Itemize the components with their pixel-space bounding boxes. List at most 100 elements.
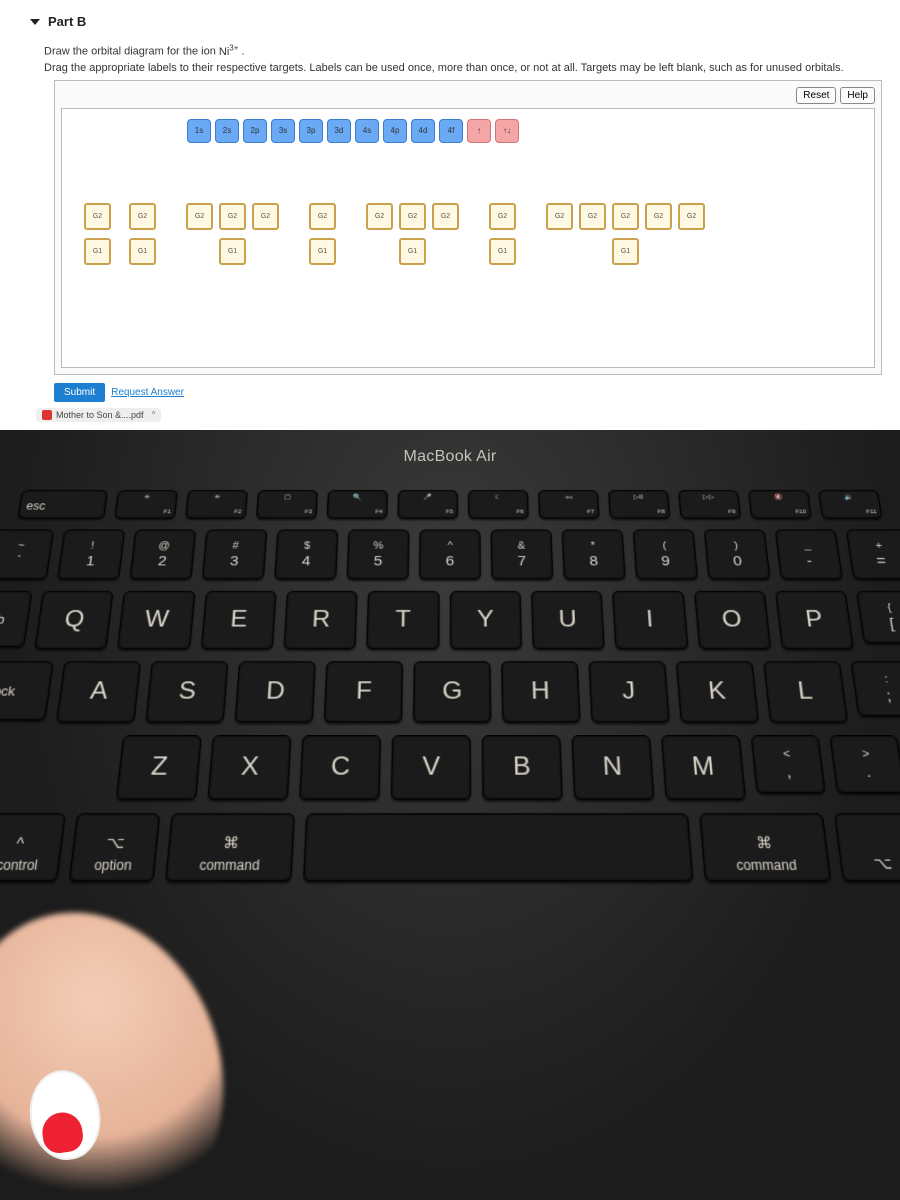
target-g2[interactable]: G2 (432, 203, 459, 230)
orbital-3d[interactable]: 3d (327, 119, 351, 143)
target-g1[interactable]: G1 (489, 238, 516, 265)
key-c: C (299, 735, 381, 800)
spin-up[interactable]: ↑ (467, 119, 491, 143)
key-space (303, 813, 694, 881)
target-g1[interactable]: G1 (129, 238, 156, 265)
part-header[interactable]: Part B (30, 10, 890, 33)
collapse-icon[interactable] (30, 19, 40, 25)
reset-button[interactable]: Reset (796, 87, 836, 104)
key-f1: ✳F1 (114, 490, 178, 519)
laptop-brand: MacBook Air (0, 448, 900, 466)
key-f2: ✳F2 (185, 490, 248, 519)
key-j: J (588, 661, 669, 722)
key-f7: ◃◃F7 (538, 490, 600, 519)
orbital-4p[interactable]: 4p (383, 119, 407, 143)
key-semicolon: :; (850, 661, 900, 716)
target-g2[interactable]: G2 (252, 203, 279, 230)
target-g1[interactable]: G1 (84, 238, 111, 265)
drag-area[interactable]: 1s 2s 2p 3s 3p 3d 4s 4p 4d 4f ↑ ↑↓ G2 G2… (61, 108, 875, 368)
download-pill[interactable]: Mother to Son &....pdf ^ (36, 408, 161, 422)
key-t: T (367, 591, 440, 649)
key-option-left: ⌥ option (69, 813, 161, 881)
key-s: S (145, 661, 228, 722)
orbital-4d[interactable]: 4d (411, 119, 435, 143)
key-h: H (501, 661, 580, 722)
work-panel: Reset Help 1s 2s 2p 3s 3p 3d 4s 4p 4d 4f… (54, 80, 882, 375)
key-u: U (531, 591, 605, 649)
key-5: %5 (347, 529, 410, 579)
key-f6: ☾F6 (468, 490, 529, 519)
key-f5: 🎤F5 (397, 490, 458, 519)
target-g2[interactable]: G2 (399, 203, 426, 230)
help-button[interactable]: Help (840, 87, 875, 104)
key-g: G (413, 661, 491, 722)
key-comma: <, (751, 735, 826, 793)
submit-row: Submit Request Answer (54, 383, 890, 402)
ion-base: Ni (219, 46, 229, 58)
key-backtick: ~` (0, 529, 54, 579)
pdf-icon (42, 410, 52, 420)
target-g1[interactable]: G1 (612, 238, 639, 265)
target-g2[interactable]: G2 (84, 203, 111, 230)
key-command-left: ⌘ command (165, 813, 295, 881)
key-bracket-left: {[ (856, 591, 900, 643)
orbital-1s[interactable]: 1s (187, 119, 211, 143)
key-option-right: ⌥ (834, 813, 900, 881)
orbital-2p[interactable]: 2p (243, 119, 267, 143)
target-g1[interactable]: G1 (399, 238, 426, 265)
key-p: P (775, 591, 854, 649)
key-7: &7 (491, 529, 554, 579)
target-g2[interactable]: G2 (129, 203, 156, 230)
key-l: L (763, 661, 848, 722)
key-command-right: ⌘ command (699, 813, 831, 881)
download-label: Mother to Son &....pdf (56, 410, 144, 420)
target-g2[interactable]: G2 (645, 203, 672, 230)
keyboard: esc ✳F1 ✳F2 ▢F3 🔍F4 🎤F5 ☾F6 ◃◃F7 ▷IIF8 ▷… (0, 490, 900, 881)
key-k: K (676, 661, 759, 722)
key-m: M (661, 735, 746, 800)
key-minus: _- (775, 529, 843, 579)
question-line2: Drag the appropriate labels to their res… (44, 62, 890, 74)
key-1: !1 (57, 529, 125, 579)
key-b: B (482, 735, 563, 800)
target-g2[interactable]: G2 (546, 203, 573, 230)
target-g2[interactable]: G2 (612, 203, 639, 230)
key-w: W (117, 591, 195, 649)
ion-sup: 3+ (229, 43, 238, 52)
key-z: Z (116, 735, 202, 800)
key-f8: ▷IIF8 (608, 490, 670, 519)
target-g1[interactable]: G1 (219, 238, 246, 265)
orbital-2s[interactable]: 2s (215, 119, 239, 143)
target-g2[interactable]: G2 (219, 203, 246, 230)
key-r: R (283, 591, 357, 649)
key-f9: ▷▷F9 (678, 490, 741, 519)
request-answer-link[interactable]: Request Answer (111, 387, 184, 398)
target-g2[interactable]: G2 (489, 203, 516, 230)
key-f11: 🔉F11 (818, 490, 883, 519)
app-screen: Part B Draw the orbital diagram for the … (0, 0, 900, 435)
orbital-3s[interactable]: 3s (271, 119, 295, 143)
key-f3: ▢F3 (256, 490, 318, 519)
key-control: ^ control (0, 813, 66, 881)
target-g2[interactable]: G2 (186, 203, 213, 230)
key-n: N (571, 735, 654, 800)
part-title: Part B (48, 14, 86, 29)
key-equals: += (846, 529, 900, 579)
key-4: $4 (274, 529, 338, 579)
submit-button[interactable]: Submit (54, 383, 105, 402)
key-y: Y (450, 591, 522, 649)
key-2: @2 (129, 529, 196, 579)
key-v: V (391, 735, 471, 800)
orbital-4s[interactable]: 4s (355, 119, 379, 143)
key-8: *8 (562, 529, 626, 579)
target-g2[interactable]: G2 (579, 203, 606, 230)
orbital-3p[interactable]: 3p (299, 119, 323, 143)
target-g2[interactable]: G2 (366, 203, 393, 230)
key-f10: 🔇F10 (748, 490, 812, 519)
target-g2[interactable]: G2 (309, 203, 336, 230)
key-i: I (612, 591, 688, 649)
spin-updown[interactable]: ↑↓ (495, 119, 519, 143)
target-g1[interactable]: G1 (309, 238, 336, 265)
target-g2[interactable]: G2 (678, 203, 705, 230)
orbital-4f[interactable]: 4f (439, 119, 463, 143)
